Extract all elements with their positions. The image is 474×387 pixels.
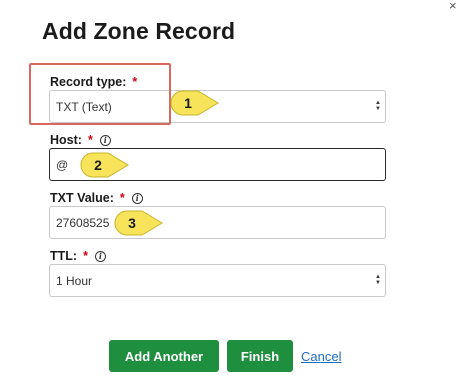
- info-icon[interactable]: i: [131, 192, 143, 204]
- callout-1: 1: [170, 90, 220, 116]
- finish-button[interactable]: Finish: [227, 340, 293, 372]
- add-zone-record-dialog: Add Zone Record × Record type: * TXT (Te…: [0, 0, 474, 387]
- txt-value-input[interactable]: 27608525: [49, 206, 386, 239]
- required-asterisk: *: [83, 249, 88, 263]
- callout-2: 2: [80, 152, 130, 178]
- callout-3-number: 3: [128, 215, 136, 231]
- record-type-highlight-box: [29, 63, 171, 125]
- txt-value-label-text: TXT Value:: [50, 191, 114, 205]
- ttl-value: 1 Hour: [56, 273, 93, 288]
- cancel-link[interactable]: Cancel: [301, 349, 341, 364]
- ttl-select[interactable]: 1 Hour ▲ ▼: [49, 264, 386, 297]
- select-arrows-icon: ▲ ▼: [375, 100, 381, 112]
- ttl-label: TTL: * i: [50, 249, 106, 263]
- ttl-label-text: TTL:: [50, 249, 78, 263]
- callout-1-number: 1: [184, 95, 192, 111]
- info-icon[interactable]: i: [99, 134, 111, 146]
- required-asterisk: *: [119, 191, 125, 205]
- add-another-button[interactable]: Add Another: [109, 340, 219, 372]
- host-label: Host: * i: [50, 133, 111, 147]
- info-icon[interactable]: i: [94, 250, 106, 262]
- host-value: @: [56, 157, 69, 172]
- required-asterisk: *: [87, 133, 93, 147]
- txt-value-label: TXT Value: * i: [50, 191, 143, 205]
- callout-3: 3: [114, 210, 164, 236]
- txt-value-value: 27608525: [56, 215, 110, 230]
- callout-2-number: 2: [94, 157, 102, 173]
- dialog-title: Add Zone Record: [42, 18, 236, 44]
- select-arrows-icon: ▲ ▼: [375, 274, 381, 286]
- host-label-text: Host:: [50, 133, 82, 147]
- close-icon[interactable]: ×: [449, 0, 457, 12]
